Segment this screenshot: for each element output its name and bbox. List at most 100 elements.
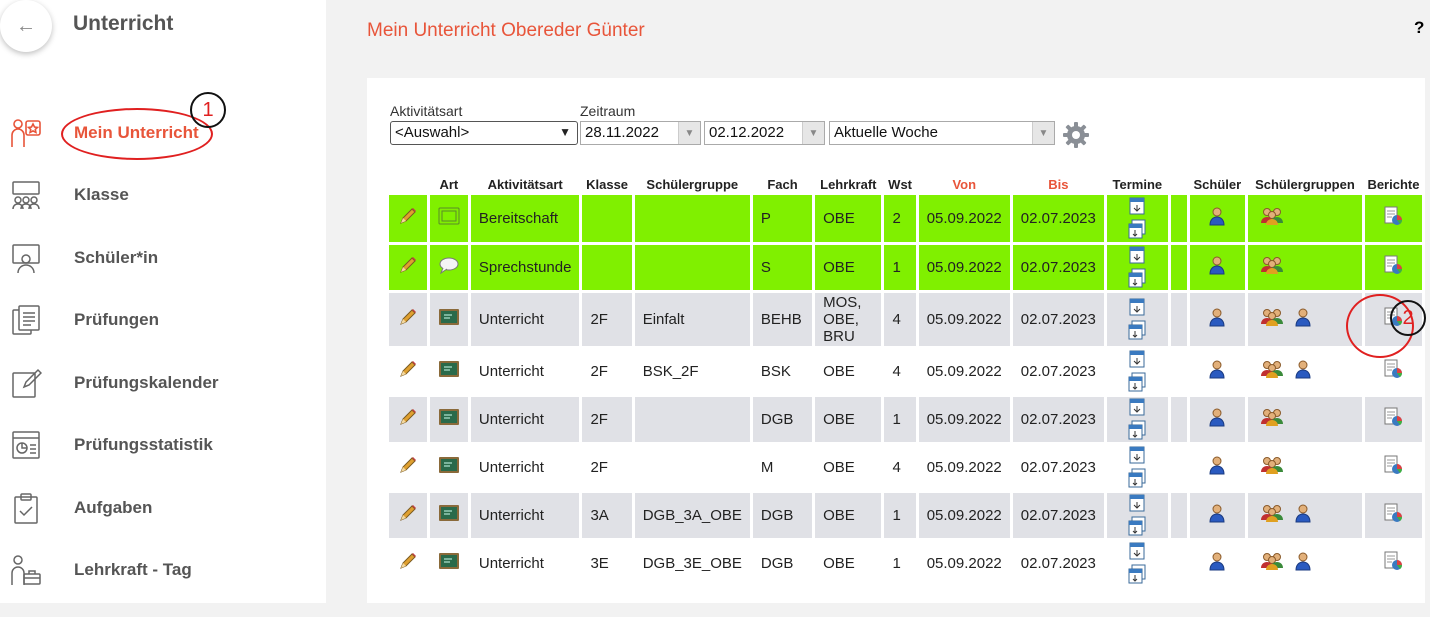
calendar-icon[interactable] <box>1115 197 1160 215</box>
hours-cell: 1 <box>882 395 919 445</box>
report-chart-icon[interactable] <box>1383 359 1403 383</box>
page-title: Mein Unterricht Obereder Günter <box>367 20 645 41</box>
report-chart-icon[interactable] <box>1383 407 1403 431</box>
readiness-icon <box>438 207 460 229</box>
appointments-cell <box>1105 195 1171 245</box>
report-chart-icon[interactable] <box>1383 255 1403 279</box>
student-person-icon[interactable] <box>1208 359 1226 383</box>
person-icon[interactable] <box>1294 307 1312 331</box>
dropdown-arrow-icon[interactable]: ▼ <box>1032 122 1054 144</box>
group-icon[interactable] <box>1260 503 1284 527</box>
activity-cell: Sprechstunde <box>469 243 583 293</box>
pencil-edit-icon[interactable] <box>398 503 418 527</box>
calendar-icon[interactable] <box>1115 398 1160 416</box>
student-person-icon[interactable] <box>1208 551 1226 575</box>
student-person-icon[interactable] <box>1208 255 1226 279</box>
calendar-stack-icon[interactable] <box>1115 268 1160 288</box>
sidebar-item-schüler-in[interactable]: Schüler*in <box>0 238 326 278</box>
pencil-edit-icon[interactable] <box>398 407 418 431</box>
gear-icon[interactable] <box>1062 121 1090 149</box>
subject-cell: P <box>751 195 816 245</box>
date-from-input[interactable]: 28.11.2022 ▼ <box>580 121 701 145</box>
activity-cell: Unterricht <box>469 539 583 589</box>
pencil-edit-icon[interactable] <box>398 307 418 331</box>
calendar-icon[interactable] <box>1115 542 1160 560</box>
report-chart-icon[interactable] <box>1383 503 1403 527</box>
edit-cell <box>389 491 430 541</box>
table-row: Sprechstunde S OBE 1 05.09.2022 02.07.2023 <box>389 243 1426 293</box>
art-cell <box>428 443 471 493</box>
dropdown-arrow-icon[interactable]: ▼ <box>678 122 700 144</box>
student-person-icon[interactable] <box>1208 503 1226 527</box>
calendar-stack-icon[interactable] <box>1115 468 1160 488</box>
group-icon[interactable] <box>1260 206 1284 230</box>
from-date-cell: 05.09.2022 <box>917 491 1013 541</box>
col-from[interactable]: Von <box>917 173 1011 195</box>
students-cell <box>1188 395 1248 445</box>
to-date-cell: 02.07.2023 <box>1011 195 1107 245</box>
date-to-input[interactable]: 02.12.2022 ▼ <box>704 121 825 145</box>
calendar-icon[interactable] <box>1115 298 1160 316</box>
art-cell <box>428 291 471 349</box>
student-person-icon[interactable] <box>1208 307 1226 331</box>
group-icon[interactable] <box>1260 255 1284 279</box>
sidebar-item-lehrkraft-tag[interactable]: Lehrkraft - Tag <box>0 550 326 590</box>
person-icon[interactable] <box>1294 503 1312 527</box>
person-icon[interactable] <box>1294 551 1312 575</box>
student-group-cell <box>633 195 753 245</box>
student-groups-cell <box>1246 195 1365 245</box>
sidebar-item-aufgaben[interactable]: Aufgaben <box>0 488 326 528</box>
student-person-icon[interactable] <box>1208 455 1226 479</box>
pencil-edit-icon[interactable] <box>398 455 418 479</box>
pencil-edit-icon[interactable] <box>398 206 418 230</box>
from-date-cell: 05.09.2022 <box>917 243 1013 293</box>
hours-cell: 4 <box>882 291 919 349</box>
hours-cell: 4 <box>882 347 919 397</box>
sidebar-item-prüfungsstatistik[interactable]: Prüfungsstatistik <box>0 425 326 465</box>
pencil-edit-icon[interactable] <box>398 551 418 575</box>
person-icon[interactable] <box>1294 359 1312 383</box>
sidebar-item-klasse[interactable]: Klasse <box>0 175 326 215</box>
report-chart-icon[interactable] <box>1383 551 1403 575</box>
calendar-stack-icon[interactable] <box>1115 420 1160 440</box>
pencil-edit-icon[interactable] <box>398 255 418 279</box>
calendar-stack-icon[interactable] <box>1115 372 1160 392</box>
report-chart-icon[interactable] <box>1383 455 1403 479</box>
student-person-icon[interactable] <box>1208 407 1226 431</box>
back-arrow-button[interactable]: ← <box>0 0 52 52</box>
table-row: Unterricht 3E DGB_3E_OBE DGB OBE 1 05.09.2022 0… <box>389 539 1426 589</box>
students-cell <box>1188 539 1248 589</box>
group-icon[interactable] <box>1260 551 1284 575</box>
group-icon[interactable] <box>1260 307 1284 331</box>
help-button[interactable]: ? <box>1414 18 1424 38</box>
report-chart-icon[interactable] <box>1383 206 1403 230</box>
pencil-edit-icon[interactable] <box>398 359 418 383</box>
teacher-briefcase-icon <box>10 554 42 586</box>
calendar-icon[interactable] <box>1115 246 1160 264</box>
calendar-icon[interactable] <box>1115 446 1160 464</box>
calendar-icon[interactable] <box>1115 350 1160 368</box>
calendar-stack-icon[interactable] <box>1115 564 1160 584</box>
student-person-icon[interactable] <box>1208 206 1226 230</box>
dropdown-arrow-icon[interactable]: ▼ <box>802 122 824 144</box>
period-select[interactable]: Aktuelle Woche ▼ <box>829 121 1055 145</box>
from-date-cell: 05.09.2022 <box>917 347 1013 397</box>
sidebar-item-prüfungskalender[interactable]: Prüfungskalender <box>0 363 326 403</box>
group-icon[interactable] <box>1260 455 1284 479</box>
calendar-icon[interactable] <box>1115 494 1160 512</box>
calendar-stack-icon[interactable] <box>1115 320 1160 340</box>
group-icon[interactable] <box>1260 407 1284 431</box>
activity-type-select[interactable]: <Auswahl> ▼ <box>390 121 578 145</box>
calendar-stack-icon[interactable] <box>1115 516 1160 536</box>
to-date-cell: 02.07.2023 <box>1011 347 1107 397</box>
group-icon[interactable] <box>1260 359 1284 383</box>
to-date-cell: 02.07.2023 <box>1011 443 1107 493</box>
chalkboard-icon <box>438 504 460 526</box>
appointments-cell <box>1105 243 1171 293</box>
sidebar-item-prüfungen[interactable]: Prüfungen <box>0 300 326 340</box>
col-student-groups: Schülergruppen <box>1255 176 1355 192</box>
subject-cell: DGB <box>751 491 816 541</box>
class-cell <box>580 195 635 245</box>
col-to[interactable]: Bis <box>1011 173 1105 195</box>
calendar-stack-icon[interactable] <box>1115 219 1160 239</box>
